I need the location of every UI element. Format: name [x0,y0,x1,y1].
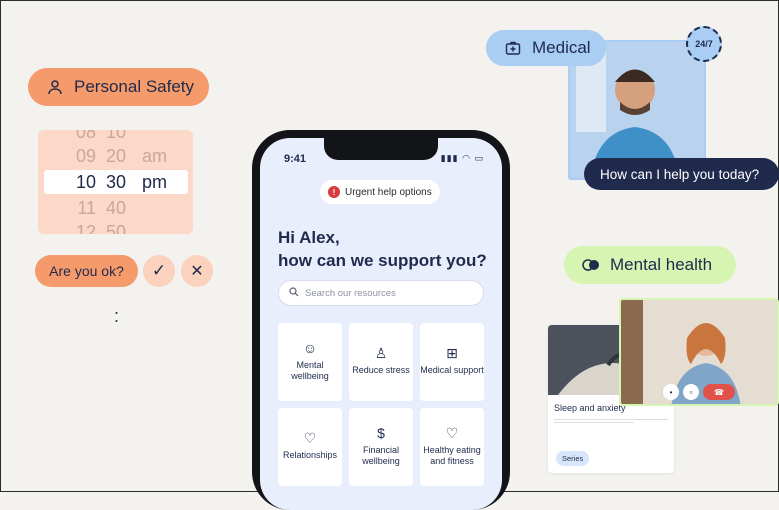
tile-label: Reduce stress [352,365,410,375]
medical-label: Medical [532,38,591,57]
greeting-line-1: Hi Alex, [278,228,340,247]
phone-hangup-icon: ☎ [714,387,724,397]
phone-mockup: 9:41 ▮▮▮ ◠ ▭ ! Urgent help options Hi Al… [252,130,510,510]
mental-health-pill[interactable]: Mental health [564,246,736,284]
series-label: Series [562,454,584,463]
end-call-button[interactable]: ☎ [703,384,735,400]
check-button[interactable]: ✓ [143,255,175,287]
phone-notch [324,138,438,160]
close-icon: ✕ [190,263,204,280]
check-icon: ✓ [151,261,167,280]
chat-bubble: How can I help you today? [584,158,779,190]
personal-safety-pill[interactable]: Personal Safety [28,68,209,106]
greeting: Hi Alex, how can we support you? [278,226,487,272]
card-divider [554,419,668,420]
are-you-ok-chip[interactable]: Are you ok? [35,255,138,287]
picker-minute-selected: 30 [106,171,127,192]
heart-pulse-icon: ♡ [445,424,459,441]
picker-hour-selected: 10 [75,171,96,192]
picker-ampm-selected: pm [142,171,168,192]
tile-label: Medical support [420,365,484,375]
picker-selected-row[interactable]: 10 30 pm [44,170,188,194]
support-tiles: ☺ Mental wellbeing ♙ Reduce stress ⊞ Medica… [278,323,484,486]
urgent-help-button[interactable]: ! Urgent help options [320,180,440,204]
search-placeholder: Search our resources [305,287,396,299]
status-time: 9:41 [284,153,307,165]
person-icon [46,78,64,96]
handshake-heart-icon: ♡ [303,430,317,446]
camera-icon: ▫ [689,387,693,397]
camera-button[interactable]: ▫ [683,384,699,400]
picker-selection-layer: 10 30 pm [38,130,228,234]
badge-24-7: 24/7 [686,26,722,62]
greeting-line-2: how can we support you? [278,251,487,270]
mental-health-label: Mental health [610,255,713,274]
mental-health-icon [582,256,600,274]
tile-medical-support[interactable]: ⊞ Medical support [420,323,484,401]
mic-button[interactable]: • [663,384,679,400]
tile-label: Healthy eating and fitness [423,444,481,466]
brain-icon: ☺ [302,339,318,356]
tile-label: Relationships [282,450,338,460]
tile-financial-wellbeing[interactable]: $ Financial wellbeing [349,408,413,486]
urgent-help-label: Urgent help options [345,186,432,198]
phone-screen: 9:41 ▮▮▮ ◠ ▭ ! Urgent help options Hi Al… [260,138,502,510]
status-icons: ▮▮▮ ◠ ▭ [440,153,484,163]
tile-mental-wellbeing[interactable]: ☺ Mental wellbeing [278,323,342,401]
search-icon [289,286,299,300]
series-badge: Series [556,451,590,466]
card-divider [554,422,634,423]
money-hand-icon: $ [377,424,385,441]
tile-label: Financial wellbeing [362,444,400,466]
tile-label: Mental wellbeing [291,359,329,381]
medical-bag-icon: ⊞ [446,345,458,361]
tile-reduce-stress[interactable]: ♙ Reduce stress [349,323,413,401]
personal-safety-label: Personal Safety [74,77,195,96]
tile-relationships[interactable]: ♡ Relationships [278,408,342,486]
meditation-icon: ♙ [374,345,388,361]
medical-bag-icon [504,39,522,57]
tile-healthy-eating[interactable]: ♡ Healthy eating and fitness [420,408,484,486]
close-button[interactable]: ✕ [181,255,213,287]
mic-icon: • [669,387,673,397]
therapist-video[interactable]: • ▫ ☎ [619,298,779,406]
alert-icon: ! [328,186,340,198]
colon-mark: : [114,306,120,326]
search-input[interactable]: Search our resources [278,280,484,306]
medical-pill[interactable]: Medical [486,30,606,66]
